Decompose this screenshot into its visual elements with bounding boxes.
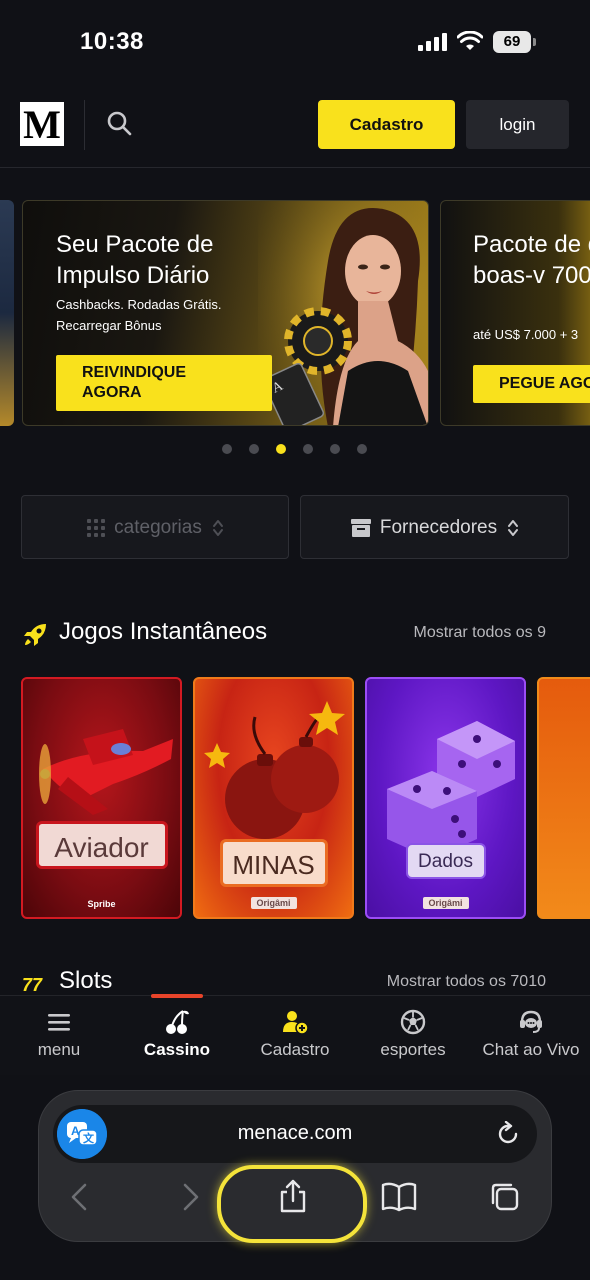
nav-label: Chat ao Vivo (482, 1040, 580, 1059)
banner-subtitle: Cashbacks. Rodadas Grátis. Recarregar Bô… (56, 297, 222, 333)
game-title: MINAS (219, 839, 328, 887)
show-all-link[interactable]: Mostrar todos os 7010 (387, 973, 546, 991)
signup-button[interactable]: Cadastro (318, 100, 455, 149)
banner-title: Seu Pacote de Impulso Diário (56, 231, 214, 289)
nav-item-live-chat[interactable]: Chat ao Vivo (476, 1008, 586, 1060)
carousel-dot[interactable] (357, 444, 367, 454)
tabs-icon[interactable] (485, 1177, 525, 1217)
game-card-dados[interactable]: Dados Origâmi (365, 677, 526, 919)
nav-item-casino[interactable]: Cassino (122, 1008, 232, 1060)
active-tab-indicator (151, 994, 203, 998)
reload-icon[interactable] (495, 1121, 521, 1147)
chevron-updown-icon (212, 519, 223, 536)
game-card-minas[interactable]: MINAS Origâmi (193, 677, 354, 919)
game-provider: Origâmi (250, 897, 297, 909)
providers-label: Fornecedores (379, 517, 498, 538)
promo-banner-daily-boost[interactable]: A Seu Pacote de Impulso Diário Cashbacks… (22, 200, 429, 426)
forward-icon[interactable] (169, 1177, 209, 1217)
instant-games-header: Jogos Instantâneos Mostrar todos os 9 (0, 616, 590, 656)
browser-toolbar: A 文 menace.com (38, 1090, 552, 1243)
game-title: Dados (405, 843, 486, 879)
site-logo[interactable]: M (20, 102, 64, 147)
providers-filter[interactable]: Fornecedores (300, 495, 569, 559)
banner-peek-previous[interactable] (0, 200, 14, 426)
address-bar[interactable]: A 文 menace.com (53, 1105, 537, 1163)
rocket-icon (24, 624, 46, 646)
cherries-icon (166, 1010, 189, 1034)
instant-games-row[interactable]: Aviador Spribe MINAS Origâmi Dados Origâ… (0, 677, 590, 919)
claim-now-button[interactable]: REIVINDIQUE AGORA (56, 355, 272, 411)
categories-filter[interactable]: categorias (21, 495, 289, 559)
header-divider (84, 100, 85, 150)
status-time: 10:38 (80, 28, 144, 55)
hamburger-menu-icon (48, 1014, 70, 1031)
url-text[interactable]: menace.com (53, 1122, 537, 1145)
categories-label: categorias (114, 517, 202, 538)
game-card-partial[interactable] (537, 677, 590, 919)
bookmarks-icon[interactable] (379, 1177, 419, 1217)
seven-seven-icon: 77 (22, 975, 43, 995)
nav-label: menu (37, 1040, 81, 1059)
grid-icon (87, 518, 106, 537)
airplane-image (39, 729, 173, 815)
headset-chat-icon (520, 1010, 542, 1033)
wifi-icon (457, 31, 483, 50)
banner-title: Pacote de de boas-v 700% (473, 231, 590, 289)
site-header: M Cadastro login (0, 88, 590, 168)
game-title: Aviador (35, 821, 168, 869)
game-card-aviador[interactable]: Aviador Spribe (21, 677, 182, 919)
promo-carousel[interactable]: A Seu Pacote de Impulso Diário Cashbacks… (0, 200, 590, 426)
section-title: Jogos Instantâneos (59, 618, 268, 645)
carousel-dot-active[interactable] (276, 444, 286, 454)
nav-label: esportes (380, 1040, 446, 1059)
carousel-dot[interactable] (222, 444, 232, 454)
show-all-link[interactable]: Mostrar todos os 9 (414, 624, 547, 642)
battery-icon: 69 (493, 31, 537, 53)
svg-text:77: 77 (22, 975, 43, 995)
battery-level: 69 (493, 31, 531, 53)
add-user-icon (283, 1011, 309, 1035)
chevron-updown-icon (508, 519, 519, 536)
bottom-navigation: menu Cassino Cadastro esportes Chat ao V… (0, 994, 590, 1075)
carousel-dot[interactable] (330, 444, 340, 454)
game-provider: Origâmi (422, 897, 469, 909)
carousel-dot[interactable] (303, 444, 313, 454)
cellular-signal-icon (418, 33, 447, 51)
back-icon[interactable] (61, 1177, 101, 1217)
get-now-button[interactable]: PEGUE AGO (473, 365, 590, 403)
promo-banner-welcome-bonus[interactable]: Pacote de de boas-v 700% até US$ 7.000 +… (440, 200, 590, 426)
nav-item-signup[interactable]: Cadastro (240, 1008, 350, 1060)
nav-item-menu[interactable]: menu (4, 1008, 114, 1060)
nav-item-sports[interactable]: esportes (358, 1008, 468, 1060)
login-button[interactable]: login (466, 100, 569, 149)
archive-box-icon (350, 518, 371, 537)
soccer-ball-icon (400, 1009, 426, 1035)
banner-subtitle: até US$ 7.000 + 3 (473, 327, 579, 342)
search-icon[interactable] (104, 108, 134, 138)
section-title: Slots (59, 967, 113, 994)
nav-label: Cadastro (260, 1040, 330, 1059)
carousel-dot[interactable] (249, 444, 259, 454)
status-bar: 10:38 69 (0, 0, 590, 88)
game-provider: Spribe (87, 899, 116, 909)
dice-image (387, 721, 515, 859)
nav-label: Cassino (143, 1040, 211, 1059)
share-button-highlight (217, 1165, 367, 1243)
